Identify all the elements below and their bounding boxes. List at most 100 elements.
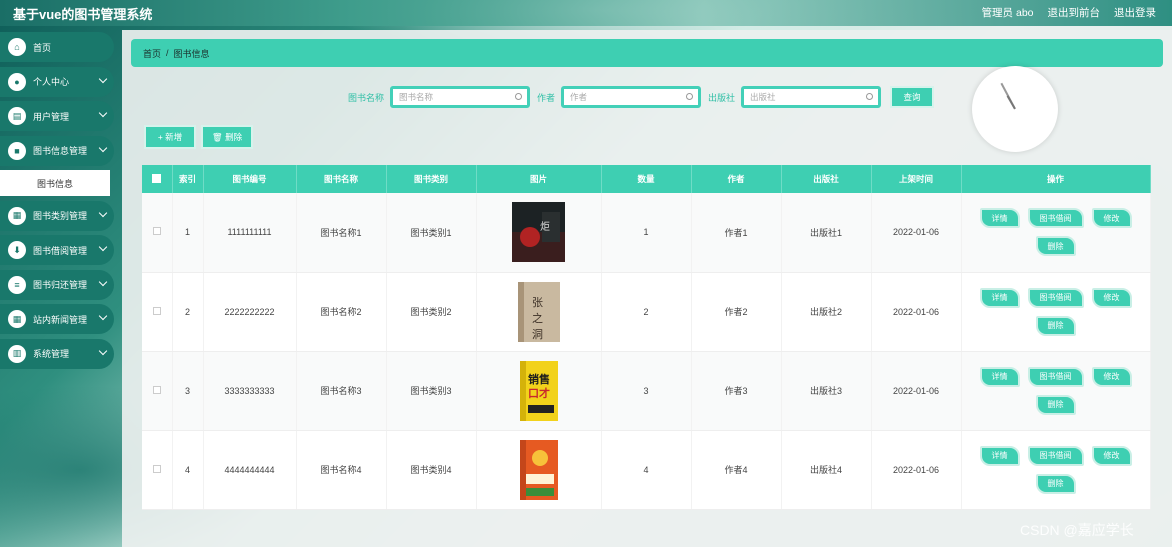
back-to-front-link[interactable]: 退出到前台 bbox=[1048, 5, 1101, 20]
sidebar-item-label: 图书归还管理 bbox=[33, 280, 88, 290]
row-operations: 详情 图书借阅 修改 删除 bbox=[971, 208, 1141, 257]
breadcrumb-home[interactable]: 首页 bbox=[143, 47, 161, 60]
detail-button[interactable]: 详情 bbox=[979, 208, 1020, 229]
sidebar-item-profile[interactable]: ● 个人中心 bbox=[0, 66, 114, 97]
book-date: 2022-01-06 bbox=[871, 193, 962, 273]
row-operations: 详情 图书借阅 修改 删除 bbox=[971, 366, 1141, 415]
book-publisher: 出版社3 bbox=[781, 351, 872, 431]
row-delete-button[interactable]: 删除 bbox=[1035, 315, 1076, 336]
delete-button[interactable]: 🗑 删除 bbox=[201, 125, 253, 149]
sidebar-item-home[interactable]: ⌂ 首页 bbox=[0, 32, 114, 62]
add-button[interactable]: + 新增 bbox=[144, 125, 196, 149]
book-quantity: 3 bbox=[601, 351, 692, 431]
edit-button[interactable]: 修改 bbox=[1091, 445, 1132, 466]
select-all-checkbox[interactable] bbox=[152, 173, 162, 183]
row-delete-button[interactable]: 删除 bbox=[1035, 236, 1076, 257]
row-checkbox[interactable] bbox=[152, 464, 161, 473]
publisher-input[interactable]: 出版社 bbox=[741, 86, 882, 108]
column-header: 数量 bbox=[601, 165, 692, 193]
table-row: 4 4444444444 图书名称4 图书类别4 4 作者4 出版社4 2022… bbox=[142, 430, 1151, 510]
row-delete-button[interactable]: 删除 bbox=[1035, 394, 1076, 415]
breadcrumb: 首页 / 图书信息 bbox=[131, 39, 1163, 67]
home-icon: ⌂ bbox=[8, 38, 26, 56]
book-date: 2022-01-06 bbox=[871, 272, 962, 352]
sidebar-item-book-info[interactable]: ■ 图书信息管理 bbox=[0, 135, 114, 166]
sidebar-item-label: 系统管理 bbox=[33, 349, 70, 359]
publisher-label: 出版社 bbox=[708, 92, 736, 103]
book-cover-image: 销售 口才 bbox=[510, 360, 567, 421]
breadcrumb-current: 图书信息 bbox=[173, 48, 210, 59]
svg-text:洞: 洞 bbox=[532, 328, 543, 341]
select-all-header[interactable] bbox=[142, 165, 173, 193]
borrow-button[interactable]: 图书借阅 bbox=[1027, 208, 1084, 229]
borrow-button[interactable]: 图书借阅 bbox=[1027, 366, 1084, 387]
book-name: 图书名称2 bbox=[296, 272, 387, 352]
edit-button[interactable]: 修改 bbox=[1091, 366, 1132, 387]
book-date: 2022-01-06 bbox=[871, 430, 962, 510]
detail-button[interactable]: 详情 bbox=[979, 366, 1020, 387]
author-input[interactable]: 作者 bbox=[561, 86, 702, 108]
sidebar-item-label: 用户管理 bbox=[33, 111, 70, 122]
search-query-group: 查询 bbox=[890, 86, 934, 108]
book-category: 图书类别1 bbox=[386, 193, 477, 273]
detail-button[interactable]: 详情 bbox=[979, 445, 1020, 466]
borrow-button[interactable]: 图书借阅 bbox=[1027, 287, 1084, 308]
sidebar-item-label: 图书信息管理 bbox=[33, 146, 88, 156]
search-author-group: 作者 作者 bbox=[537, 86, 702, 108]
search-publisher-group: 出版社 出版社 bbox=[708, 86, 882, 108]
sidebar-item-news[interactable]: ▦ 站内新闻管理 bbox=[0, 304, 114, 334]
table-row: 2 2222222222 图书名称2 图书类别2 张之洞 2 作者2 出版社2 … bbox=[142, 272, 1151, 352]
search-icon bbox=[515, 93, 523, 100]
row-checkbox[interactable] bbox=[152, 385, 161, 394]
sidebar-item-borrow[interactable]: ⬇ 图书借阅管理 bbox=[0, 235, 114, 265]
chevron-down-icon bbox=[98, 208, 108, 217]
search-name-group: 图书名称 图书名称 bbox=[348, 86, 531, 108]
name-label: 图书名称 bbox=[348, 92, 385, 103]
column-header: 图书名称 bbox=[296, 165, 387, 193]
book-author: 作者1 bbox=[691, 193, 782, 273]
edit-button[interactable]: 修改 bbox=[1091, 208, 1132, 229]
book-name-input[interactable]: 图书名称 bbox=[390, 86, 531, 108]
sidebar-item-system[interactable]: ▥ 系统管理 bbox=[0, 338, 114, 369]
book-quantity: 4 bbox=[601, 430, 692, 510]
column-header: 图片 bbox=[476, 165, 602, 193]
column-header: 操作 bbox=[961, 165, 1151, 193]
book-author: 作者4 bbox=[691, 430, 782, 510]
book-code: 4444444444 bbox=[203, 430, 297, 510]
book-code: 3333333333 bbox=[203, 351, 297, 431]
book-category: 图书类别4 bbox=[386, 430, 477, 510]
edit-button[interactable]: 修改 bbox=[1091, 287, 1132, 308]
settings-icon: ▥ bbox=[8, 344, 26, 363]
book-code: 1111111111 bbox=[203, 193, 297, 273]
svg-text:口才: 口才 bbox=[528, 386, 550, 400]
logout-link[interactable]: 退出登录 bbox=[1114, 5, 1156, 20]
sidebar-subitem-book-info[interactable]: 图书信息 bbox=[0, 170, 110, 196]
book-quantity: 2 bbox=[601, 272, 692, 352]
sidebar-item-label: 首页 bbox=[33, 42, 52, 53]
book-cover-image: 张之洞 bbox=[510, 281, 567, 342]
sidebar-item-users[interactable]: ▤ 用户管理 bbox=[0, 101, 114, 131]
row-checkbox[interactable] bbox=[152, 227, 161, 236]
book-quantity: 1 bbox=[601, 193, 692, 273]
book-category: 图书类别3 bbox=[386, 351, 477, 431]
row-delete-button[interactable]: 删除 bbox=[1035, 473, 1076, 494]
row-checkbox[interactable] bbox=[152, 306, 161, 315]
top-bar: 基于vue的图书管理系统 管理员 abo 退出到前台 退出登录 bbox=[0, 0, 1172, 26]
author-label: 作者 bbox=[537, 92, 556, 103]
query-button[interactable]: 查询 bbox=[890, 86, 934, 108]
borrow-button[interactable]: 图书借阅 bbox=[1027, 445, 1084, 466]
row-operations: 详情 图书借阅 修改 删除 bbox=[971, 287, 1141, 336]
table-header: 索引 图书编号 图书名称 图书类别 图片 数量 作者 出版社 上架时间 操作 bbox=[142, 165, 1151, 193]
borrow-icon: ⬇ bbox=[8, 241, 26, 259]
return-icon: ≡ bbox=[8, 275, 26, 294]
column-header: 图书编号 bbox=[203, 165, 297, 193]
sidebar-item-return[interactable]: ≡ 图书归还管理 bbox=[0, 269, 114, 300]
user-icon: ● bbox=[8, 72, 26, 91]
book-category: 图书类别2 bbox=[386, 272, 477, 352]
main-panel: 首页 / 图书信息 图书名称 图书名称 作者 作者 出版社 出版社 查询 + 新… bbox=[122, 30, 1172, 547]
sidebar-item-category[interactable]: ▦ 图书类别管理 bbox=[0, 200, 114, 231]
detail-button[interactable]: 详情 bbox=[979, 287, 1020, 308]
book-name: 图书名称3 bbox=[296, 351, 387, 431]
book-cover-image: 炬 bbox=[510, 202, 567, 263]
column-header: 上架时间 bbox=[871, 165, 962, 193]
